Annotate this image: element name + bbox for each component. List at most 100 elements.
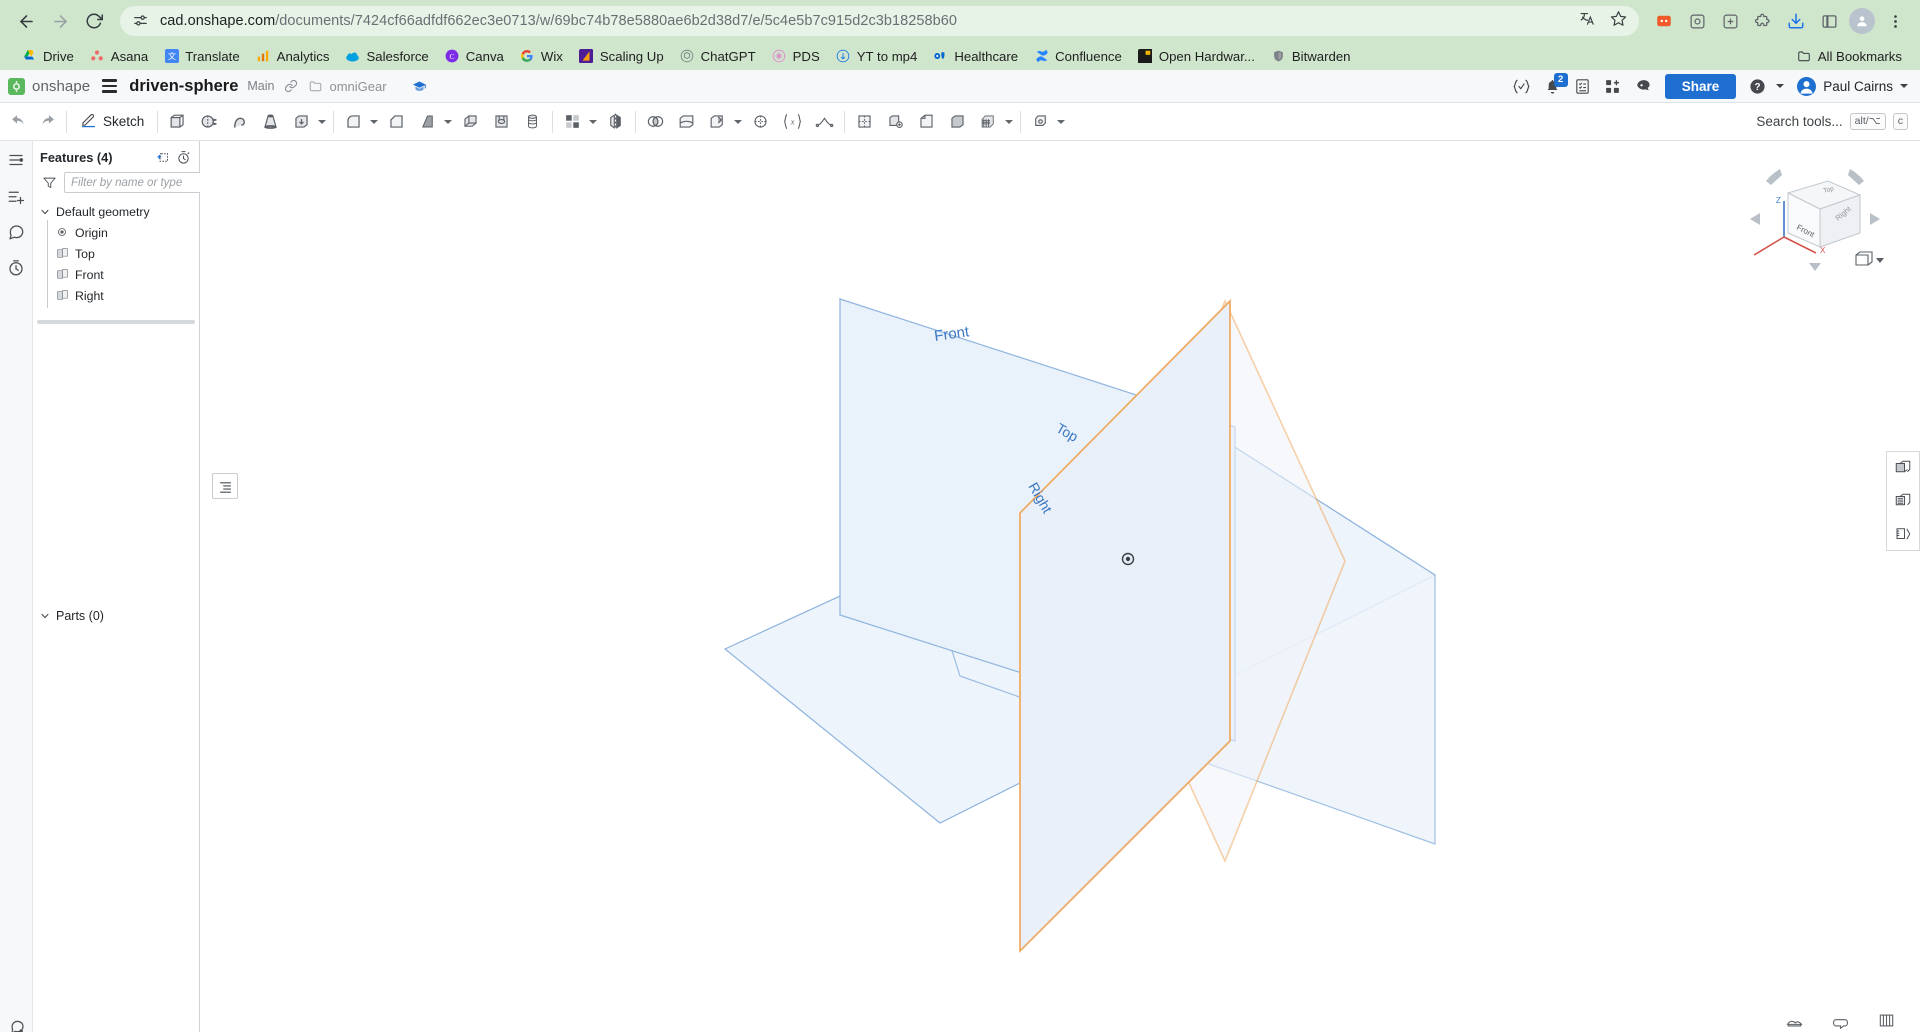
tree-item-default-geometry[interactable]: Default geometry <box>33 201 199 222</box>
filter-funnel-icon[interactable] <box>42 175 57 190</box>
chevron-down-icon[interactable] <box>40 611 50 621</box>
chevron-down-icon[interactable] <box>40 207 50 217</box>
extension-blue-icon[interactable] <box>1682 6 1712 36</box>
extension-puzzle-icon[interactable] <box>1715 6 1745 36</box>
collapse-panel-icon[interactable] <box>212 473 238 499</box>
assembly-tools-icon[interactable] <box>1025 107 1056 137</box>
transform-icon[interactable] <box>702 107 733 137</box>
shell-icon[interactable] <box>455 107 486 137</box>
pattern-icon[interactable] <box>557 107 588 137</box>
composite-part-icon[interactable] <box>745 107 776 137</box>
download-icon[interactable] <box>1781 6 1811 36</box>
loft-icon[interactable] <box>255 107 286 137</box>
appearance-icon[interactable] <box>942 107 973 137</box>
derived-part-icon[interactable] <box>880 107 911 137</box>
chevron-down-icon[interactable] <box>589 119 598 124</box>
all-bookmarks-button[interactable]: All Bookmarks <box>1789 46 1910 67</box>
thicken-icon[interactable] <box>286 107 317 137</box>
section-view-icon[interactable] <box>1892 457 1914 479</box>
tasks-list-icon[interactable] <box>1574 78 1591 95</box>
site-settings-icon[interactable] <box>132 12 150 30</box>
render-studio-icon[interactable] <box>1785 1012 1804 1032</box>
bookmark-healthcare[interactable]: Healthcare <box>925 46 1026 67</box>
import-part-icon[interactable] <box>911 107 942 137</box>
translate-icon[interactable] <box>1579 10 1596 32</box>
tree-item-origin[interactable]: Origin <box>33 220 199 245</box>
profile-icon[interactable] <box>1847 6 1877 36</box>
sheet-metal-icon[interactable] <box>809 107 840 137</box>
chevron-down-icon[interactable] <box>1057 119 1066 124</box>
thread-icon[interactable] <box>517 107 548 137</box>
hamburger-menu-icon[interactable] <box>102 79 118 93</box>
fillet-icon[interactable] <box>338 107 369 137</box>
chevron-down-icon[interactable] <box>734 119 743 124</box>
feedback-icon[interactable] <box>0 1018 33 1032</box>
bookmark-asana[interactable]: Asana <box>82 46 156 67</box>
sketch-button[interactable]: Sketch <box>71 111 153 133</box>
split-icon[interactable] <box>671 107 702 137</box>
bookmark-analytics[interactable]: Analytics <box>248 46 338 67</box>
view-cube[interactable]: Top Front Right Z X <box>1740 159 1890 279</box>
chevron-down-icon[interactable] <box>318 119 327 124</box>
forward-arrow-icon[interactable] <box>44 5 76 37</box>
add-folder-icon[interactable] <box>155 150 170 165</box>
comment-icon[interactable] <box>1831 1012 1850 1032</box>
bookmark-canva[interactable]: C Canva <box>437 46 512 67</box>
folder-breadcrumb[interactable]: omniGear <box>308 79 387 94</box>
reload-icon[interactable] <box>78 5 110 37</box>
bookmark-confluence[interactable]: Confluence <box>1026 46 1130 67</box>
tree-item-right[interactable]: Right <box>33 283 199 308</box>
flat-pattern-icon[interactable] <box>849 107 880 137</box>
tree-item-front[interactable]: Front <box>33 262 199 287</box>
cad-scene[interactable]: Front Top Right <box>200 141 1920 1032</box>
chevron-down-icon[interactable] <box>370 119 379 124</box>
variable-fx-icon[interactable]: x <box>776 107 809 137</box>
address-bar[interactable]: cad.onshape.com/documents/7424cf66adfdf6… <box>120 6 1639 36</box>
bookmark-wix[interactable]: Wix <box>512 46 571 67</box>
undo-arrow-icon[interactable] <box>4 107 33 137</box>
apps-grid-icon[interactable] <box>1604 78 1621 95</box>
version-history-icon[interactable] <box>5 257 27 279</box>
feature-list-panel-icon[interactable] <box>5 149 27 171</box>
branch-label[interactable]: Main <box>247 79 274 93</box>
three-dot-menu-icon[interactable] <box>1880 6 1910 36</box>
hole-icon[interactable] <box>486 107 517 137</box>
search-tools-button[interactable]: Search tools... alt/⌥ c <box>1750 112 1914 131</box>
chamfer-icon[interactable] <box>381 107 412 137</box>
notifications-bell-icon[interactable]: 2 <box>1544 72 1568 95</box>
bookmark-scaling-up[interactable]: Scaling Up <box>571 46 672 67</box>
revolve-icon[interactable] <box>193 107 224 137</box>
add-feature-icon[interactable] <box>5 185 27 207</box>
rollback-bar[interactable] <box>37 320 195 324</box>
graphics-viewport[interactable]: Front Top Right Top Front Right Z X <box>200 141 1920 1032</box>
boolean-icon[interactable] <box>640 107 671 137</box>
help-menu[interactable]: ? <box>1749 78 1785 95</box>
page-title[interactable]: driven-sphere <box>129 77 238 96</box>
bookmark-bitwarden[interactable]: Bitwarden <box>1263 46 1359 67</box>
bookmark-star-icon[interactable] <box>1610 10 1627 32</box>
extensions-icon[interactable] <box>1748 6 1778 36</box>
extrude-icon[interactable] <box>162 107 193 137</box>
chevron-down-icon[interactable] <box>444 119 453 124</box>
link-icon[interactable] <box>284 79 298 93</box>
extension-cat-icon[interactable] <box>1649 6 1679 36</box>
bookmark-chatgpt[interactable]: ChatGPT <box>672 46 764 67</box>
learning-center-icon[interactable] <box>1634 78 1652 94</box>
bookmark-translate[interactable]: 文 Translate <box>156 46 247 67</box>
share-button[interactable]: Share <box>1664 73 1737 99</box>
bookmark-drive[interactable]: Drive <box>14 46 82 67</box>
mirror-icon[interactable] <box>600 107 631 137</box>
bookmark-pds[interactable]: PDS <box>764 46 828 67</box>
back-arrow-icon[interactable] <box>10 5 42 37</box>
graduation-cap-icon[interactable] <box>411 79 428 94</box>
variables-icon[interactable] <box>1512 78 1531 95</box>
redo-arrow-icon[interactable] <box>33 107 62 137</box>
measure-icon[interactable] <box>1892 523 1914 545</box>
chevron-down-icon[interactable] <box>1005 119 1014 124</box>
onshape-logo[interactable]: onshape <box>8 77 90 95</box>
tree-item-top[interactable]: Top <box>33 241 199 266</box>
display-state-icon[interactable] <box>1892 490 1914 512</box>
user-menu[interactable]: Paul Cairns <box>1797 76 1908 96</box>
sweep-icon[interactable] <box>224 107 255 137</box>
bookmark-yt-to-mp4[interactable]: YT to mp4 <box>828 46 926 67</box>
